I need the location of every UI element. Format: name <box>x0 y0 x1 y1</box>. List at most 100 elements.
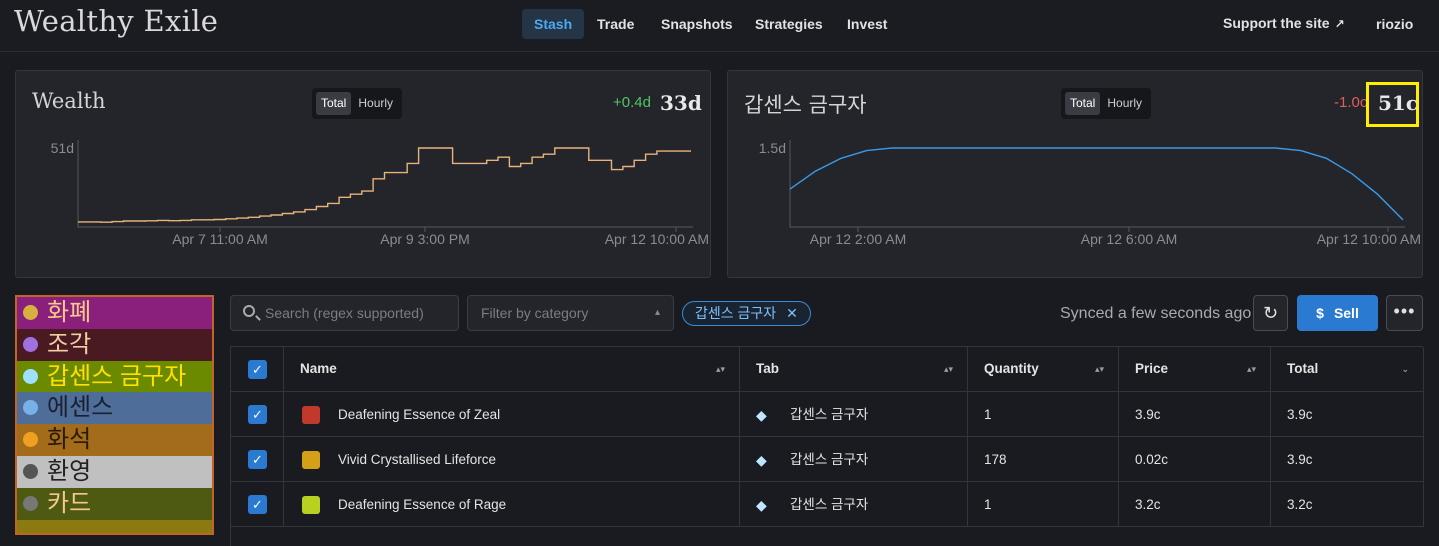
table-row[interactable]: ✓ Deafening Essence of Rage ◆ 갑센스 금구자 1 3.2c 3… <box>231 482 1424 527</box>
item-total-cell: 3.9c <box>1271 392 1424 437</box>
external-link-icon: ↗ <box>1334 17 1345 31</box>
toggle-total[interactable]: Total <box>316 92 352 115</box>
sell-button[interactable]: $ Sell <box>1297 295 1378 331</box>
stash-tab-label: 화폐 <box>47 299 92 326</box>
tab-value-card: 갑센스 금구자 Total Hourly -1.0c 51c 1.5d Apr 1… <box>727 70 1423 278</box>
col-total[interactable]: Total ⌄ <box>1271 347 1424 392</box>
toggle-total[interactable]: Total <box>1065 92 1101 115</box>
active-tab-filter-chip[interactable]: 갑센스 금구자 ✕ <box>682 301 811 326</box>
search-input[interactable] <box>265 296 455 330</box>
y-tick-label: 51d <box>51 140 74 156</box>
col-tab[interactable]: Tab ▴▾ <box>740 347 968 392</box>
item-tab: 갑센스 금구자 <box>790 407 869 422</box>
more-options-button[interactable]: ••• <box>1386 295 1423 331</box>
stash-tab-item[interactable]: 에센스 <box>17 392 212 425</box>
item-tab-cell: ◆ 갑센스 금구자 <box>740 482 968 527</box>
item-tab: 갑센스 금구자 <box>790 452 869 467</box>
refresh-button[interactable]: ↻ <box>1253 295 1288 331</box>
toggle-hourly[interactable]: Hourly <box>353 92 398 115</box>
toggle-hourly[interactable]: Hourly <box>1102 92 1147 115</box>
item-name-cell: Deafening Essence of Rage <box>284 482 740 527</box>
gem-icon: ◆ <box>756 497 767 514</box>
col-price-label: Price <box>1135 361 1169 376</box>
col-quantity[interactable]: Quantity ▴▾ <box>968 347 1119 392</box>
support-link[interactable]: Support the site ↗ <box>1223 15 1345 31</box>
stash-tab-list: 화폐 조각 갑센스 금구자에센스화석환영 카드 <box>15 295 214 535</box>
chart-axes <box>789 140 1405 228</box>
row-checkbox[interactable]: ✓ <box>248 450 267 469</box>
sort-desc-icon: ⌄ <box>1401 364 1409 374</box>
item-price-cell: 0.02c <box>1119 437 1271 482</box>
nav-snapshots[interactable]: Snapshots <box>649 9 745 39</box>
row-select-cell: ✓ <box>231 392 284 437</box>
row-checkbox[interactable]: ✓ <box>248 405 267 424</box>
stash-tab-item[interactable]: 카드 <box>17 487 212 520</box>
col-quantity-label: Quantity <box>984 361 1039 376</box>
col-price[interactable]: Price ▴▾ <box>1119 347 1271 392</box>
select-all-cell: ✓ <box>231 347 284 392</box>
tab-value: 51c <box>1378 91 1419 115</box>
tab-value-delta: -1.0c <box>1334 94 1368 111</box>
stash-tab-icon <box>23 400 38 416</box>
item-quantity-cell: 1 <box>968 392 1119 437</box>
stash-tab-item[interactable]: 조각 <box>17 328 212 361</box>
table-row[interactable]: ✓ Vivid Crystallised Lifeforce ◆ 갑센스 금구자 178… <box>231 437 1424 482</box>
item-name-cell: Vivid Crystallised Lifeforce <box>284 437 740 482</box>
stash-tab-item[interactable]: 환영 <box>17 455 212 488</box>
table-row[interactable]: ✓ Deafening Essence of Zeal ◆ 갑센스 금구자 1 3.9c 3… <box>231 392 1424 437</box>
item-name: Deafening Essence of Rage <box>338 497 507 512</box>
user-menu[interactable]: riozio <box>1376 16 1413 32</box>
remove-chip-icon[interactable]: ✕ <box>786 305 798 321</box>
dollar-icon: $ <box>1316 305 1324 321</box>
row-select-cell: ✓ <box>231 482 284 527</box>
y-tick-label: 1.5d <box>759 140 786 156</box>
tab-value-title: 갑센스 금구자 <box>744 93 867 117</box>
item-price-cell: 3.2c <box>1119 482 1271 527</box>
category-filter-select[interactable]: Filter by category ▴ <box>467 295 674 331</box>
sort-icon: ▴▾ <box>1246 364 1256 374</box>
stash-tab-item[interactable] <box>17 519 212 533</box>
items-table: ✓ Name ▴▾ Tab ▴▾ Quantity ▴▾ Price ▴▾ Total ⌄… <box>230 346 1424 546</box>
sort-icon: ▴▾ <box>715 364 725 374</box>
stash-tab-label: 갑센스 금구자 <box>47 362 187 390</box>
x-tick-label: Apr 7 11:00 AM <box>172 231 267 247</box>
search-box[interactable] <box>230 295 459 331</box>
stash-tab-label: 에센스 <box>47 394 114 422</box>
col-name-label: Name <box>300 361 337 376</box>
row-checkbox[interactable]: ✓ <box>248 495 267 514</box>
sell-label: Sell <box>1333 305 1359 321</box>
nav-trade[interactable]: Trade <box>585 9 646 39</box>
item-name: Vivid Crystallised Lifeforce <box>338 452 497 467</box>
item-quantity-cell: 178 <box>968 437 1119 482</box>
site-logo[interactable]: Wealthy Exile <box>14 4 218 38</box>
stash-tab-item[interactable]: 갑센스 금구자 <box>17 360 212 393</box>
nav-invest[interactable]: Invest <box>835 9 899 39</box>
x-tick-label: Apr 12 6:00 AM <box>1081 231 1178 247</box>
item-total-cell: 3.9c <box>1271 437 1424 482</box>
top-navbar: Wealthy Exile Stash Trade Snapshots Stra… <box>0 0 1439 52</box>
x-tick-label: Apr 12 2:00 AM <box>810 231 907 247</box>
x-tick-label: Apr 12 10:00 AM <box>1317 231 1421 247</box>
stash-tab-label: 환영 <box>47 457 92 485</box>
stash-tab-label: 화석 <box>47 426 92 454</box>
item-tab: 갑센스 금구자 <box>790 497 869 512</box>
nav-stash[interactable]: Stash <box>522 9 585 39</box>
stash-tab-item[interactable]: 화폐 <box>17 297 212 329</box>
sort-icon: ▴▾ <box>1094 364 1104 374</box>
stash-tab-item[interactable]: 화석 <box>17 424 212 456</box>
search-icon <box>243 305 255 317</box>
chip-label: 갑센스 금구자 <box>695 305 777 321</box>
category-filter-placeholder: Filter by category <box>481 305 589 321</box>
stash-tab-icon <box>23 432 38 448</box>
select-arrows-icon: ▴ <box>654 307 660 318</box>
nav-strategies[interactable]: Strategies <box>743 9 835 39</box>
item-icon <box>302 496 320 515</box>
select-all-checkbox[interactable]: ✓ <box>248 360 267 379</box>
item-name: Deafening Essence of Zeal <box>338 407 501 422</box>
refresh-icon: ↻ <box>1262 303 1279 323</box>
item-price-cell: 3.9c <box>1119 392 1271 437</box>
col-name[interactable]: Name ▴▾ <box>284 347 740 392</box>
stash-tab-icon <box>23 463 38 479</box>
item-total-cell: 3.2c <box>1271 482 1424 527</box>
wealth-range-toggle: Total Hourly <box>312 88 403 119</box>
